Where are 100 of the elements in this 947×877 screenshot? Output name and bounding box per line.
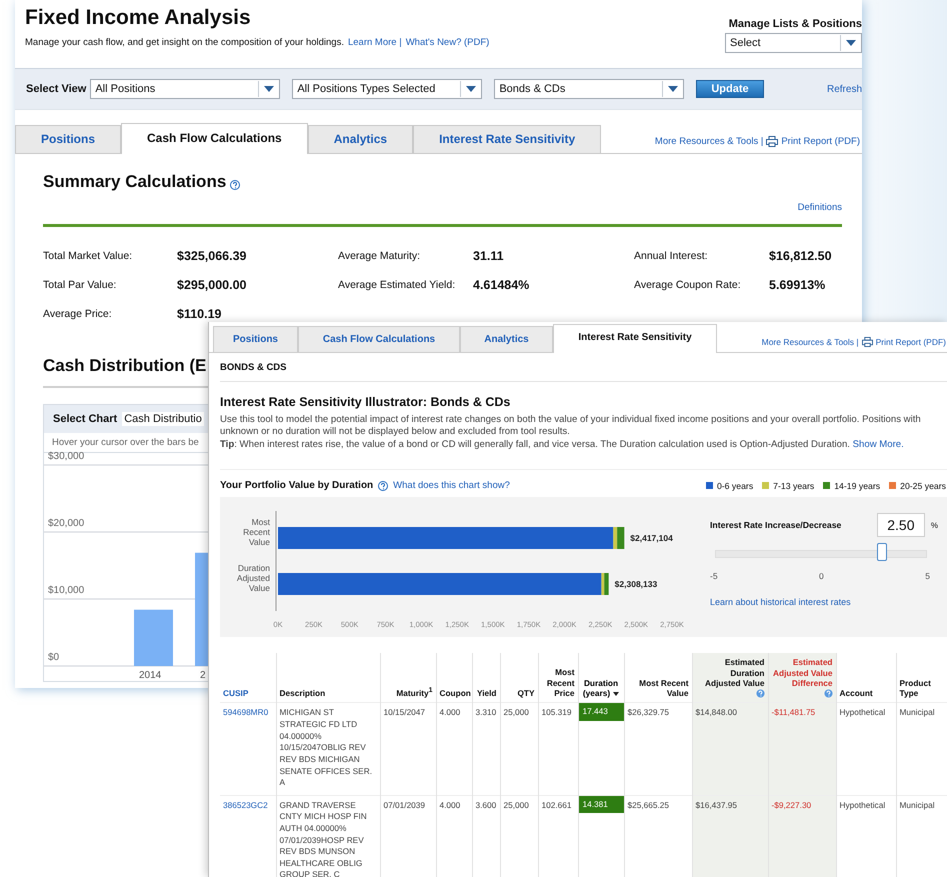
duration-value: 17.443 xyxy=(578,703,624,722)
table-cell: 102.661 xyxy=(542,800,572,810)
stat-label: Average Estimated Yield: xyxy=(338,278,456,290)
tab[interactable]: Interest Rate Sensitivity xyxy=(413,125,602,153)
stat-value: 5.69913% xyxy=(769,278,826,292)
axis-label: $0 xyxy=(48,652,60,663)
view-select[interactable]: All Positions Types Selected xyxy=(292,79,482,99)
table-cell: 07/01/2039 xyxy=(384,800,426,810)
table-cell: Hypothetical xyxy=(840,707,886,718)
refresh-link[interactable]: Refresh xyxy=(826,84,862,94)
table-cell: MICHIGAN ST STRATEGIC FD LTD 04.00000% 10/15/2047OBLIG REV REV BDS MICHIGAN SENATE OFFICES SER. A xyxy=(280,707,372,788)
printer-icon xyxy=(862,337,873,347)
view-select[interactable]: All Positions xyxy=(90,79,280,99)
stat-value: $110.19 xyxy=(177,306,222,320)
tab[interactable]: Analytics xyxy=(460,326,553,352)
legend-label: 20-25 years xyxy=(900,480,946,491)
bar-segment[interactable] xyxy=(278,573,602,596)
bar-segment[interactable] xyxy=(601,573,604,596)
manage-select[interactable]: Select xyxy=(725,33,862,53)
stat-label: Annual Interest: xyxy=(634,250,709,262)
column-header[interactable]: Product Type xyxy=(896,653,947,703)
stat-label: Total Market Value: xyxy=(43,250,134,262)
tab[interactable]: Positions xyxy=(15,125,122,153)
table-cell: 105.319 xyxy=(542,707,572,718)
chart-title: Your Portfolio Value by Duration xyxy=(220,480,374,492)
help-icon[interactable] xyxy=(824,689,832,698)
axis-label: $10,000 xyxy=(48,585,84,596)
print-report-link[interactable]: Print Report (PDF) xyxy=(876,337,946,347)
bar-segment[interactable] xyxy=(613,527,618,550)
chart-help-link[interactable]: What does this chart show? xyxy=(393,480,510,492)
column-header[interactable]: Coupon xyxy=(436,653,472,703)
view-select[interactable]: Bonds & CDs xyxy=(494,79,684,99)
tab[interactable]: Cash Flow Calculations xyxy=(121,123,308,154)
column-header[interactable]: Description xyxy=(276,653,380,703)
legend-label: 7-13 years xyxy=(773,480,814,491)
column-header[interactable]: Maturity$^{1}$ xyxy=(380,653,436,703)
axis-label: 2014 xyxy=(139,670,162,681)
cusip-link[interactable]: 594698MR0 xyxy=(223,707,268,718)
table-cell: $14,848.00 xyxy=(696,707,738,718)
help-icon[interactable] xyxy=(378,480,388,491)
column-header[interactable]: Estimated Adjusted Value Difference xyxy=(768,653,836,703)
column-header[interactable]: Account xyxy=(836,653,896,703)
column-header[interactable]: QTY xyxy=(500,653,538,703)
bar-segment[interactable] xyxy=(278,527,614,550)
stat-label: Average Price: xyxy=(43,308,113,320)
axis-label: 2 xyxy=(200,670,206,681)
bar-segment[interactable] xyxy=(604,573,609,596)
table-cell: 4.000 xyxy=(440,707,460,718)
section-label: BONDS & CDS xyxy=(220,361,288,375)
description-text: Use this tool to model the potential impact of interest rate changes on both the value of your individual fixed income positions and your overall portfolio. Positions with unknown or no duration will not be displayed below and excluded from tool results. Tip: When interest rates rise, the value of a bond or CD will generally fall, and vice versa. The Duration calculation used is Option-Adjusted Duration. Show More. xyxy=(220,414,922,452)
column-header[interactable]: CUSIP xyxy=(220,653,276,703)
sort-icon xyxy=(613,692,620,696)
help-icon[interactable] xyxy=(230,180,240,190)
table-cell: 25,000 xyxy=(504,800,529,810)
history-link[interactable]: Learn about historical interest rates xyxy=(710,597,938,608)
stat-value: $16,812.50 xyxy=(769,248,833,262)
stat-value: 31.11 xyxy=(473,248,505,262)
stat-value: 4.61484% xyxy=(473,278,530,292)
rate-label: Interest Rate Increase/Decrease xyxy=(710,520,842,530)
header-link[interactable]: What's New? (PDF) xyxy=(406,37,490,48)
tab[interactable]: Positions xyxy=(213,326,298,352)
view-label: Select View xyxy=(26,83,86,95)
table-cell: Hypothetical xyxy=(840,800,886,810)
bar-segment[interactable] xyxy=(617,527,624,550)
cusip-link[interactable]: 386523GC2 xyxy=(223,800,268,810)
help-icon[interactable] xyxy=(756,689,764,698)
manage-label: Manage Lists & Positions xyxy=(728,18,862,30)
hint-text: Hover your cursor over the bars be xyxy=(52,437,199,448)
table-cell: Municipal xyxy=(900,800,935,810)
column-header[interactable]: Yield xyxy=(472,653,500,703)
table-cell: Municipal xyxy=(900,707,935,718)
tab[interactable]: Cash Flow Calculations xyxy=(298,326,460,352)
stat-value: $295,000.00 xyxy=(177,278,248,292)
legend-label: 0-6 years xyxy=(716,480,754,491)
printer-icon xyxy=(766,136,778,147)
slider-tick-label: 5 xyxy=(925,571,930,582)
value-label: $2,417,104 xyxy=(630,533,673,544)
column-header[interactable]: Estimated Duration Adjusted Value xyxy=(692,653,768,703)
axis-label: $30,000 xyxy=(48,451,84,462)
table-cell: 3.600 xyxy=(476,800,496,810)
table-cell: 25,000 xyxy=(504,707,529,718)
column-header[interactable]: Most Recent Price xyxy=(538,653,578,703)
legend-label: 14-19 years xyxy=(834,480,880,491)
header-link[interactable]: Learn More | xyxy=(348,37,402,48)
update-button[interactable]: Update xyxy=(696,80,764,98)
rate-input[interactable]: 2.50 xyxy=(876,513,925,538)
table-cell: 10/15/2047 xyxy=(384,707,426,718)
stat-label: Average Maturity: xyxy=(338,250,422,262)
slider-handle[interactable] xyxy=(876,543,886,562)
axis-label: $20,000 xyxy=(48,518,84,529)
definitions-link[interactable]: Definitions xyxy=(798,202,842,213)
chart-select[interactable]: Cash Distributio xyxy=(122,412,204,426)
resources-link[interactable]: More Resources & Tools | xyxy=(654,136,764,147)
tab[interactable]: Interest Rate Sensitivity xyxy=(553,324,717,353)
table-cell: -$11,481.75 xyxy=(772,707,816,718)
stat-label: Average Coupon Rate: xyxy=(634,278,742,290)
resources-link[interactable]: More Resources & Tools | xyxy=(762,337,859,347)
print-report-link[interactable]: Print Report (PDF) xyxy=(781,136,860,147)
show-more-link[interactable]: Show More. xyxy=(852,438,904,450)
tab[interactable]: Analytics xyxy=(308,125,414,153)
